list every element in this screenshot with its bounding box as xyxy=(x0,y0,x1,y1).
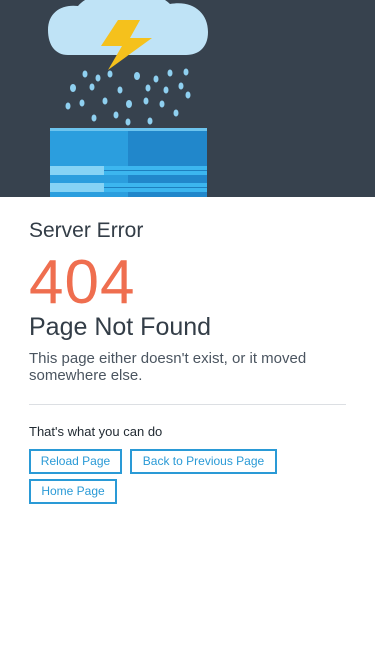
error-code: 404 xyxy=(29,248,136,317)
actions-label: That's what you can do xyxy=(29,424,163,439)
back-to-previous-page-button[interactable]: Back to Previous Page xyxy=(130,449,277,474)
error-description: This page either doesn't exist, or it mo… xyxy=(29,350,307,384)
home-page-button[interactable]: Home Page xyxy=(29,479,117,504)
server-icon xyxy=(50,128,207,197)
divider xyxy=(29,404,346,405)
error-category: Server Error xyxy=(29,219,144,242)
page-title: Page Not Found xyxy=(29,313,212,341)
reload-page-button[interactable]: Reload Page xyxy=(29,449,122,474)
error-illustration xyxy=(0,0,375,197)
error-content: Server Error 404 Page Not Found This pag… xyxy=(0,197,375,509)
action-buttons: Reload Page Back to Previous Page Home P… xyxy=(29,449,346,509)
rain-icon xyxy=(65,68,191,126)
illustration-svg xyxy=(48,0,208,197)
